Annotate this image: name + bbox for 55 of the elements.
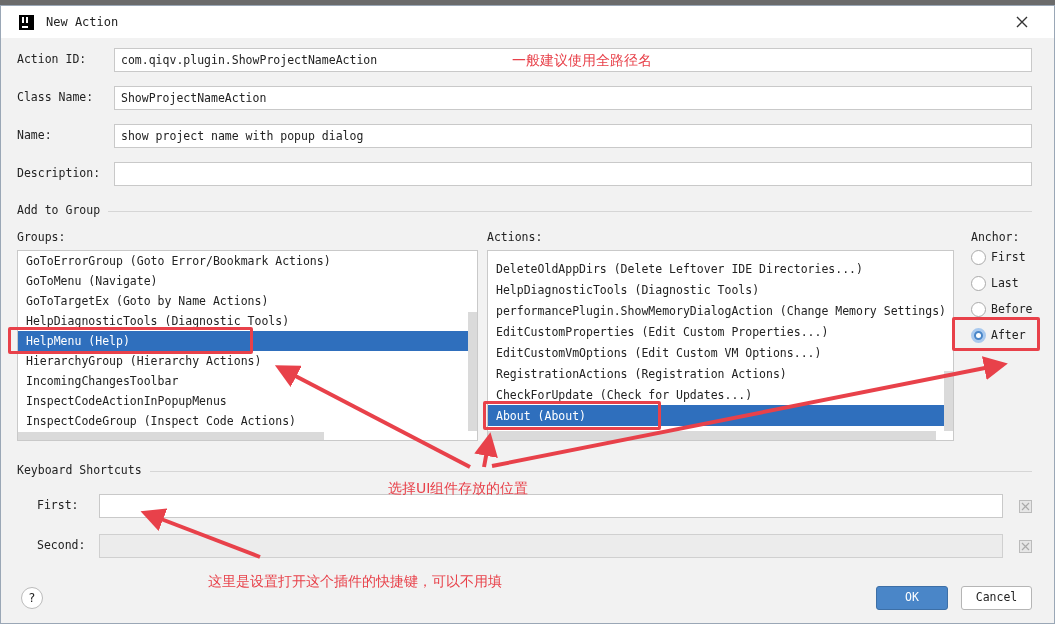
list-item[interactable]: GoToTargetEx (Goto by Name Actions) <box>26 294 269 308</box>
anchor-label: Anchor: <box>971 229 1021 245</box>
help-button[interactable]: ? <box>21 587 43 609</box>
scrollbar-thumb[interactable] <box>944 371 953 431</box>
list-item[interactable]: CheckForUpdate (Check for Updates...) <box>496 387 753 402</box>
shortcut-field[interactable] <box>99 494 1003 518</box>
section-title: Add to Group <box>17 202 101 220</box>
app-logo-icon <box>19 14 34 30</box>
list-item[interactable]: IncomingChangesToolbar <box>26 374 179 388</box>
scrollbar-thumb[interactable] <box>488 431 936 440</box>
text-field[interactable]: ShowProjectNameAction <box>114 86 1032 110</box>
scrollbar-thumb[interactable] <box>18 432 324 440</box>
annotation-text: 一般建议使用全路径名 <box>512 51 652 70</box>
radio-button[interactable] <box>971 250 986 265</box>
radio-button[interactable] <box>971 276 986 291</box>
list-item[interactable]: EditCustomProperties (Edit Custom Properties...) <box>496 324 829 339</box>
list-item[interactable]: InspectCodeActionInPopupMenus <box>26 394 227 408</box>
radio-label: Before <box>991 300 1033 318</box>
list-item[interactable]: HelpMenu (Help) <box>26 334 130 348</box>
clear-icon[interactable] <box>1019 499 1032 513</box>
field-label: Name: <box>17 127 53 145</box>
field-label: Description: <box>17 165 102 183</box>
clear-icon[interactable] <box>1019 539 1032 553</box>
close-icon[interactable] <box>1016 16 1028 28</box>
list-item[interactable]: RegistrationActions (Registration Actions) <box>496 366 787 381</box>
list-item[interactable]: GoToMenu (Navigate) <box>26 274 158 288</box>
annotation-text: 这里是设置打开这个插件的快捷键，可以不用填 <box>208 572 502 591</box>
radio-button[interactable] <box>971 328 986 343</box>
ok-button[interactable]: OK <box>876 586 948 610</box>
cancel-button[interactable]: Cancel <box>961 586 1032 610</box>
window-title: New Action <box>46 14 119 31</box>
text-field[interactable]: show project name with popup dialog <box>114 124 1032 148</box>
list-item[interactable]: HierarchyGroup (Hierarchy Actions) <box>26 354 262 368</box>
field-label: First: <box>37 497 80 515</box>
list-item[interactable]: HelpDiagnosticTools (Diagnostic Tools) <box>26 314 290 328</box>
section-title: Keyboard Shortcuts <box>17 462 142 480</box>
field-label: Action ID: <box>17 51 88 69</box>
field-label: Class Name: <box>17 89 95 107</box>
list-item[interactable]: InspectCodeGroup (Inspect Code Actions) <box>26 414 297 428</box>
annotation-text: 选择UI组件存放的位置 <box>388 479 529 498</box>
list-label: Groups: <box>17 229 67 245</box>
radio-label: Last <box>991 274 1019 292</box>
radio-label: First <box>991 248 1026 266</box>
text-field[interactable] <box>114 162 1032 186</box>
field-label: Second: <box>37 537 87 555</box>
list-item[interactable]: About (About) <box>496 408 586 423</box>
list-item[interactable]: EditCustomVmOptions (Edit Custom VM Options...) <box>496 345 822 360</box>
list-item[interactable]: performancePlugin.ShowMemoryDialogAction (Change Memory Settings) <box>496 303 947 318</box>
list-item[interactable]: HelpDiagnosticTools (Diagnostic Tools) <box>496 282 760 297</box>
list-item[interactable]: DeleteOldAppDirs (Delete Leftover IDE Directories...) <box>496 261 863 276</box>
radio-button[interactable] <box>971 302 986 317</box>
list-item[interactable]: GoToErrorGroup (Goto Error/Bookmark Actions) <box>26 254 331 268</box>
list-label: Actions: <box>487 229 544 245</box>
scrollbar-thumb[interactable] <box>468 312 477 431</box>
radio-label: After <box>991 326 1026 344</box>
